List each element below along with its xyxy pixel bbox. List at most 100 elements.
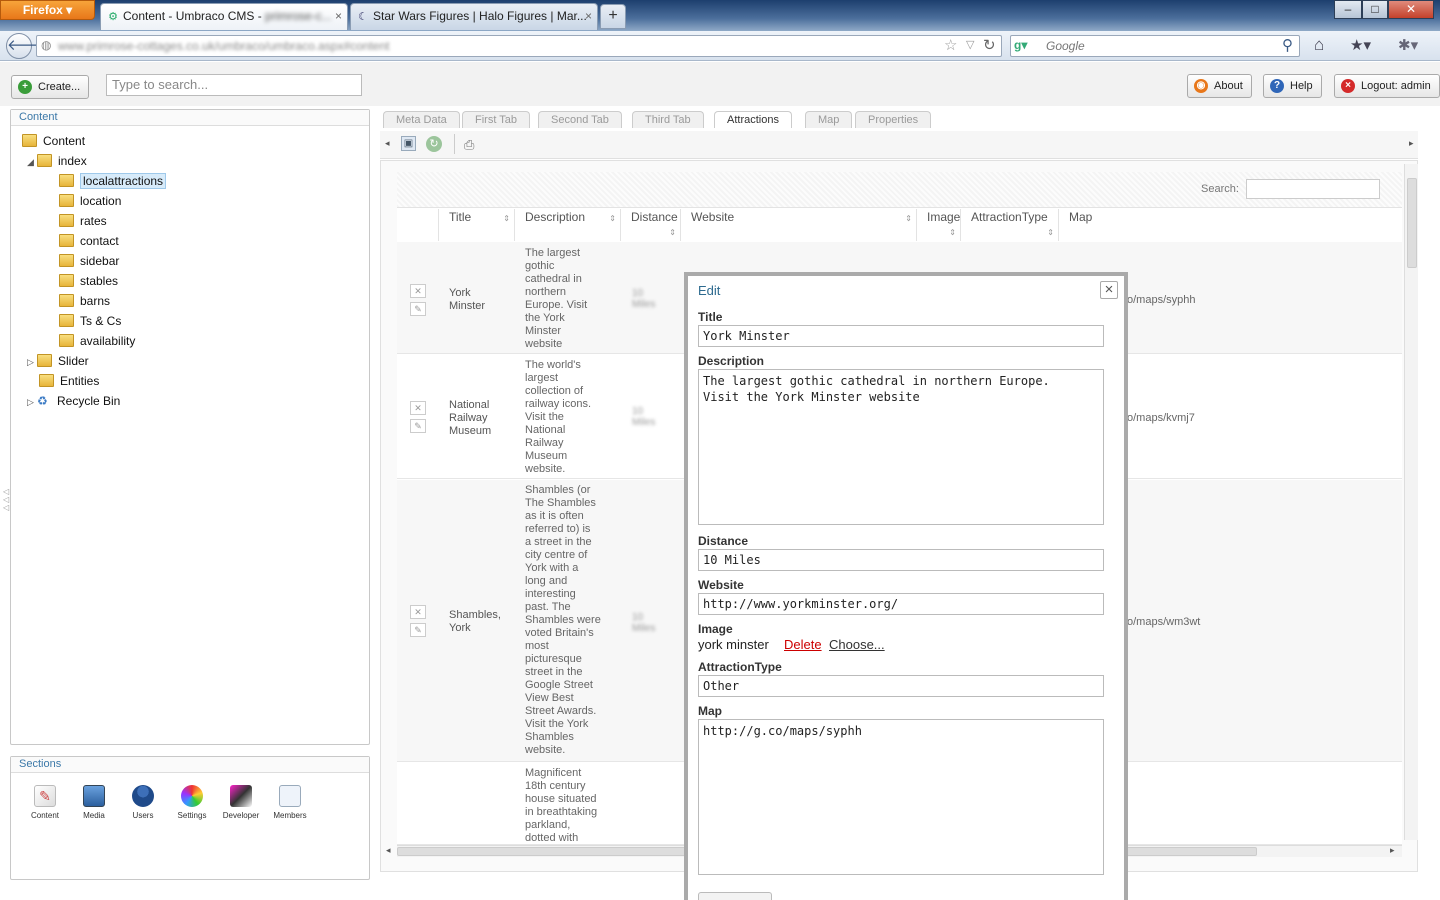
save-and-publish-icon[interactable]: ↻ (426, 136, 442, 152)
column-header-distance[interactable]: Distance ⇕ (621, 209, 681, 241)
tree-node-recycle-bin[interactable]: ▷ ♻ Recycle Bin (27, 391, 120, 411)
tree-node-barns[interactable]: barns (59, 291, 110, 311)
about-button[interactable]: ◉ About (1187, 74, 1252, 98)
section-developer[interactable]: Developer (219, 785, 263, 820)
grid-search-input[interactable] (1246, 179, 1380, 199)
tree-node-label: stables (80, 274, 119, 288)
column-header-website[interactable]: Website ⇕ (681, 209, 917, 241)
tree-node-rates[interactable]: rates (59, 211, 107, 231)
tab-second-tab[interactable]: Second Tab (538, 111, 622, 128)
section-label: Users (132, 811, 154, 820)
delete-row-icon[interactable]: ✕ (410, 605, 426, 619)
url-text: www.primrose-cottages.co.uk/umbraco/umbr… (58, 39, 390, 53)
new-tab-button[interactable]: + (600, 4, 626, 29)
section-users[interactable]: Users (121, 785, 165, 820)
home-icon[interactable]: ⌂ (1314, 35, 1324, 55)
grid-vertical-scrollbar[interactable] (1404, 164, 1418, 840)
tree-node-sidebar[interactable]: sidebar (59, 251, 119, 271)
tree-node-location[interactable]: location (59, 191, 121, 211)
tab-map[interactable]: Map (805, 111, 853, 128)
browser-tab-starwars[interactable]: ☾ Star Wars Figures | Halo Figures | Mar… (350, 3, 598, 30)
edit-row-icon[interactable]: ✎ (410, 419, 426, 433)
firefox-menu-button[interactable]: Firefox ▾ (0, 0, 95, 20)
column-header-title[interactable]: Title ⇕ (439, 209, 515, 241)
tree-node-index[interactable]: ◢ index (27, 151, 87, 171)
scrollbar-thumb[interactable] (1407, 178, 1417, 268)
scroll-left-icon[interactable]: ◂ (386, 845, 391, 856)
website-input[interactable]: http://www.yorkminster.org/ (698, 593, 1104, 615)
section-content[interactable]: ✎ Content (23, 785, 67, 820)
maximize-button[interactable]: □ (1362, 0, 1388, 19)
image-choose-link[interactable]: Choose... (829, 637, 885, 652)
collapse-arrow-icon[interactable]: ◢ (27, 152, 37, 172)
minimize-button[interactable]: – (1334, 0, 1362, 19)
tree-search-input[interactable]: Type to search... (106, 74, 362, 96)
create-button[interactable]: + Create... (11, 75, 90, 99)
image-value: york minster (698, 637, 769, 652)
search-glass-icon[interactable]: ⚲ (1282, 36, 1293, 54)
tree-node-content[interactable]: Content (22, 131, 85, 151)
preview-icon[interactable]: ⎙ (464, 137, 474, 153)
tree-node-slider[interactable]: ▷ Slider (27, 351, 89, 371)
help-button[interactable]: ? Help (1263, 74, 1322, 98)
browser-tab-umbraco[interactable]: ⚙ Content - Umbraco CMS - primrose-c... … (100, 3, 348, 30)
edit-row-icon[interactable]: ✎ (410, 302, 426, 316)
image-delete-link[interactable]: Delete (784, 637, 822, 652)
close-icon[interactable]: × (335, 4, 342, 29)
bookmarks-menu-icon[interactable]: ★▾ (1350, 36, 1371, 54)
tab-third-tab[interactable]: Third Tab (632, 111, 704, 128)
toolbar-divider (454, 134, 455, 154)
addon-icon[interactable]: ✱▾ (1398, 36, 1418, 54)
delete-row-icon[interactable]: ✕ (410, 284, 426, 298)
column-header-image[interactable]: Image ⇕ (917, 209, 961, 241)
reload-icon[interactable]: ↻ (983, 36, 996, 54)
cell-title: York Minster (449, 287, 486, 312)
tree-node-localattractions[interactable]: localattractions (59, 171, 167, 191)
google-icon[interactable]: g▾ (1014, 38, 1027, 52)
back-button[interactable]: 🡐 (6, 33, 47, 59)
close-window-button[interactable]: ✕ (1388, 0, 1434, 19)
column-header-map[interactable]: Map (1059, 209, 1402, 241)
section-members[interactable]: Members (268, 785, 312, 820)
tab-meta-data[interactable]: Meta Data (383, 111, 460, 128)
tab-attractions[interactable]: Attractions (714, 111, 792, 128)
edit-row-icon[interactable]: ✎ (410, 623, 426, 637)
search-bar-placeholder: Google (1046, 39, 1085, 53)
section-settings[interactable]: Settings (170, 785, 214, 820)
tree-node-label: Slider (58, 354, 89, 368)
tree-node-contact[interactable]: contact (59, 231, 119, 251)
save-icon[interactable]: ▣ (401, 136, 416, 151)
close-icon[interactable]: × (585, 4, 592, 29)
column-header-actions (397, 209, 439, 241)
expand-arrow-icon[interactable]: ▷ (27, 352, 37, 372)
folder-icon (22, 134, 37, 147)
logout-button[interactable]: × Logout: admin (1334, 74, 1440, 98)
section-media[interactable]: Media (72, 785, 116, 820)
sort-icon: ⇕ (949, 228, 956, 237)
tree-node-tscs[interactable]: Ts & Cs (59, 311, 121, 331)
dialog-save-button[interactable] (698, 892, 772, 900)
panel-resize-handle[interactable]: ◁ ◁ ◁ (3, 488, 9, 512)
tree-node-availability[interactable]: availability (59, 331, 135, 351)
toolbar-scroll-left-icon[interactable]: ◂ (385, 138, 390, 149)
history-dropdown-icon[interactable]: ▽ (966, 38, 974, 51)
cell-distance: 10 Miles (632, 612, 656, 634)
toolbar-scroll-right-icon[interactable]: ▸ (1409, 138, 1414, 149)
bookmark-star-icon[interactable]: ☆ (944, 36, 957, 54)
column-header-description[interactable]: Description ⇕ (515, 209, 621, 241)
delete-row-icon[interactable]: ✕ (410, 401, 426, 415)
dialog-close-button[interactable]: × (1100, 281, 1118, 299)
tab-properties[interactable]: Properties (855, 111, 932, 128)
scroll-right-icon[interactable]: ▸ (1390, 845, 1395, 856)
column-header-attractiontype[interactable]: AttractionType ⇕ (961, 209, 1059, 241)
folder-icon (37, 154, 52, 167)
tree-node-entities[interactable]: Entities (39, 371, 99, 391)
title-input[interactable]: York Minster (698, 325, 1104, 347)
description-textarea[interactable]: The largest gothic cathedral in northern… (698, 369, 1104, 525)
tab-first-tab[interactable]: First Tab (462, 111, 530, 128)
tree-node-stables[interactable]: stables (59, 271, 118, 291)
expand-arrow-icon[interactable]: ▷ (27, 392, 37, 412)
attractiontype-input[interactable]: Other (698, 675, 1104, 697)
map-textarea[interactable]: http://g.co/maps/syphh (698, 719, 1104, 875)
distance-input[interactable]: 10 Miles (698, 549, 1104, 571)
